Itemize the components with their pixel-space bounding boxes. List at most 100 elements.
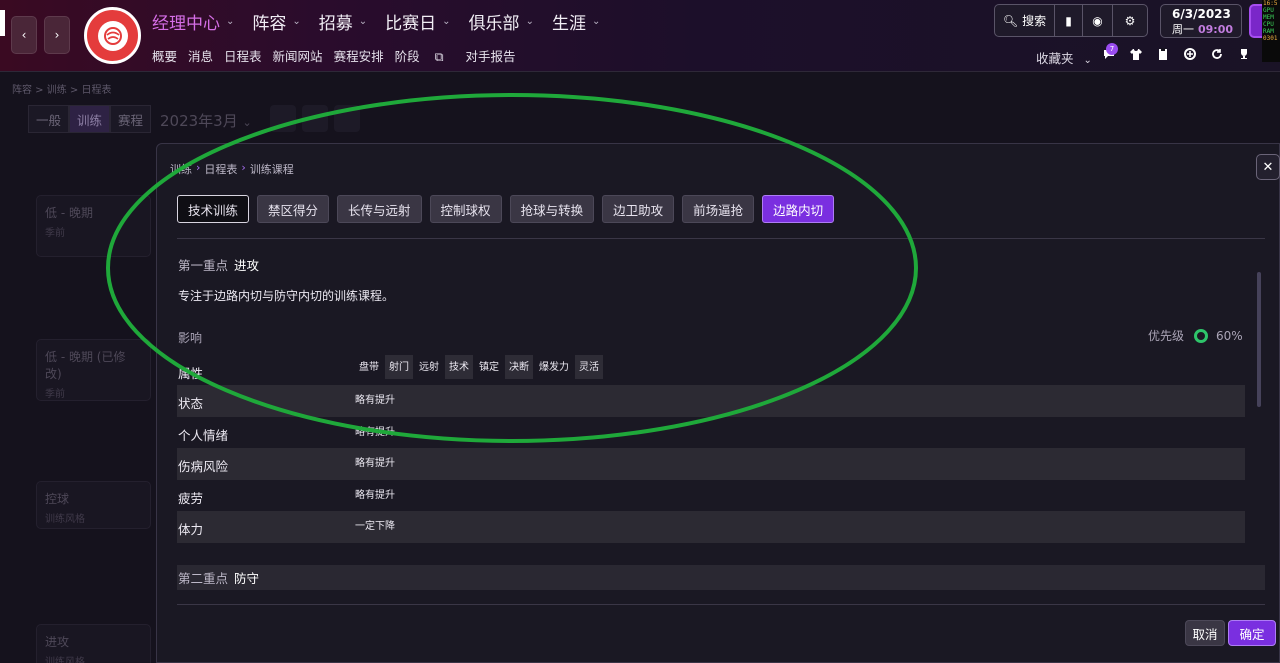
- current-time: 09:00: [1198, 23, 1234, 36]
- subnav-news[interactable]: 新闻网站: [273, 46, 323, 65]
- subnav-overview[interactable]: 概要: [152, 46, 177, 65]
- row-label: 疲劳: [178, 491, 204, 506]
- nav-career[interactable]: 生涯 ⌄: [552, 9, 600, 34]
- medical-button[interactable]: [1183, 47, 1197, 63]
- background-tabs: 一般 训练 赛程: [28, 105, 152, 133]
- bookmark-icon: ▮: [1065, 13, 1072, 28]
- tab-cutting-inside[interactable]: 边路内切: [762, 195, 835, 223]
- tab-fullback-overlap[interactable]: 边卫助攻: [602, 195, 675, 223]
- card-sub: 训练风格: [45, 514, 85, 525]
- monitor-line: GPU: [1263, 7, 1274, 14]
- chevron-down-icon: ⌄: [442, 15, 451, 27]
- club-logo[interactable]: [84, 7, 141, 64]
- bg-schedule-card: 低 - 晚期 季前: [36, 195, 151, 257]
- kit-button[interactable]: [1129, 47, 1143, 63]
- chevron-right-icon: ›: [54, 28, 60, 42]
- session-description: 专注于边路内切与防守内切的训练课程。: [178, 289, 395, 303]
- monitor-line: RAM: [1263, 28, 1274, 35]
- nav-club[interactable]: 俱乐部 ⌄: [469, 9, 534, 34]
- impact-row-fatigue: 疲劳 略有提升: [177, 480, 1245, 512]
- nav-manager-center[interactable]: 经理中心 ⌄: [152, 9, 234, 34]
- trophy-icon: [1241, 49, 1247, 59]
- crumb-schedule[interactable]: 日程表: [204, 161, 237, 177]
- chevron-down-icon: ⌄: [242, 116, 252, 129]
- row-label: 体力: [178, 522, 204, 537]
- subnav-stages[interactable]: 阶段 ⧉: [395, 46, 455, 65]
- toolbar-group: 🔍︎ 搜索 ▮ ◉ ⚙: [994, 4, 1148, 37]
- sub-nav: 概要 消息 日程表 新闻网站 赛程安排 阶段 ⧉ 对手报告: [152, 46, 527, 65]
- priority-label: 优先级: [1148, 329, 1185, 343]
- breadcrumb: 训练 › 日程表 › 训练课程: [170, 161, 294, 177]
- row-value: 略有提升: [355, 427, 395, 438]
- tab-possession[interactable]: 控制球权: [429, 195, 502, 223]
- nav-recruitment[interactable]: 招募 ⌄: [319, 9, 367, 34]
- messages-button[interactable]: 7: [1102, 43, 1118, 63]
- bg-schedule-card: 低 - 晚期 (已修改) 季前: [36, 339, 151, 401]
- chevron-right-icon: ›: [196, 161, 201, 174]
- subnav-schedule[interactable]: 日程表: [224, 46, 262, 65]
- nav-squad[interactable]: 阵容 ⌄: [252, 9, 300, 34]
- chevron-right-icon: ›: [241, 161, 246, 174]
- clipboard-button[interactable]: [1156, 47, 1170, 63]
- primary-focus-label: 第一重点: [178, 258, 229, 273]
- favorites-label: 收藏夹: [1036, 51, 1074, 66]
- crumb-training[interactable]: 训练: [170, 161, 192, 177]
- row-value: 略有提升: [355, 490, 395, 501]
- refresh-button[interactable]: [1210, 47, 1224, 63]
- search-button[interactable]: 🔍︎ 搜索: [995, 5, 1055, 36]
- card-sub: 训练风格: [45, 657, 85, 663]
- secondary-focus-value: 防守: [234, 571, 260, 586]
- primary-focus-value: 进攻: [234, 258, 260, 273]
- impact-heading: 影响: [178, 331, 203, 345]
- monitor-line: 16:5: [1263, 0, 1278, 7]
- cancel-button[interactable]: 取消: [1185, 620, 1225, 646]
- training-session-dialog: 训练 › 日程表 › 训练课程 ✕ 技术训练 禁区得分 长传与远射 控制球权 抢…: [156, 143, 1280, 663]
- bg-arrow: [334, 105, 360, 132]
- month-label: 2023年3月: [160, 112, 238, 130]
- bg-schedule-card: 控球 训练风格: [36, 481, 151, 529]
- subnav-fixtures[interactable]: 赛程安排: [334, 46, 384, 65]
- attribute-chip: 射门: [385, 355, 413, 379]
- background-breadcrumb: 阵容 > 训练 > 日程表: [12, 85, 112, 96]
- nav-matchday[interactable]: 比赛日 ⌄: [385, 9, 451, 34]
- tab-high-press[interactable]: 前场逼抢: [682, 195, 755, 223]
- chevron-down-icon: ⌄: [525, 15, 534, 27]
- scrollbar[interactable]: [1257, 272, 1261, 407]
- subnav-inbox[interactable]: 消息: [188, 46, 213, 65]
- tab-long-passing-shooting[interactable]: 长传与远射: [337, 195, 422, 223]
- row-label: 属性: [178, 366, 204, 381]
- tab-box-finishing[interactable]: 禁区得分: [257, 195, 330, 223]
- card-title: 控球: [45, 492, 70, 506]
- back-button[interactable]: ‹: [11, 16, 37, 54]
- card-title: 低 - 晚期: [45, 206, 93, 220]
- weekday: 周一: [1172, 23, 1194, 36]
- row-label: 状态: [178, 396, 204, 411]
- continue-date-button[interactable]: 6/3/2023 周一 09:00: [1160, 4, 1242, 38]
- bookmark-button[interactable]: ▮: [1055, 5, 1083, 36]
- globe-button[interactable]: ◉: [1083, 5, 1113, 36]
- priority-ring-icon: [1194, 328, 1209, 343]
- confirm-button[interactable]: 确定: [1228, 620, 1276, 646]
- close-button[interactable]: ✕: [1256, 154, 1280, 180]
- impact-row-morale: 个人情绪 略有提升: [177, 417, 1245, 449]
- bg-arrow: [270, 105, 296, 132]
- clipboard-icon: [1159, 48, 1167, 60]
- tab-tackling-transition[interactable]: 抢球与转换: [509, 195, 595, 223]
- favorites-dropdown[interactable]: 收藏夹 ⌄: [1036, 48, 1092, 67]
- trophy-button[interactable]: [1237, 47, 1251, 63]
- chevron-down-icon: ⌄: [1083, 55, 1092, 66]
- card-sub: 季前: [45, 389, 65, 400]
- forward-button[interactable]: ›: [44, 16, 70, 54]
- quick-icons: 7: [1102, 43, 1251, 63]
- tab-technical[interactable]: 技术训练: [177, 195, 250, 223]
- card-title: 低 - 晚期 (已修改): [45, 350, 126, 381]
- settings-button[interactable]: ⚙: [1113, 5, 1147, 36]
- subnav-opponent-report[interactable]: 对手报告: [466, 46, 516, 65]
- monitor-line: 0301: [1263, 35, 1278, 42]
- monitor-line: MEM: [1263, 14, 1274, 21]
- chevron-left-icon: ‹: [21, 28, 27, 42]
- background-month: 2023年3月 ⌄: [160, 110, 252, 131]
- bg-tab-fixtures: 赛程: [110, 105, 152, 133]
- impact-row-condition: 状态 略有提升: [177, 385, 1245, 417]
- close-icon: ✕: [1262, 159, 1274, 175]
